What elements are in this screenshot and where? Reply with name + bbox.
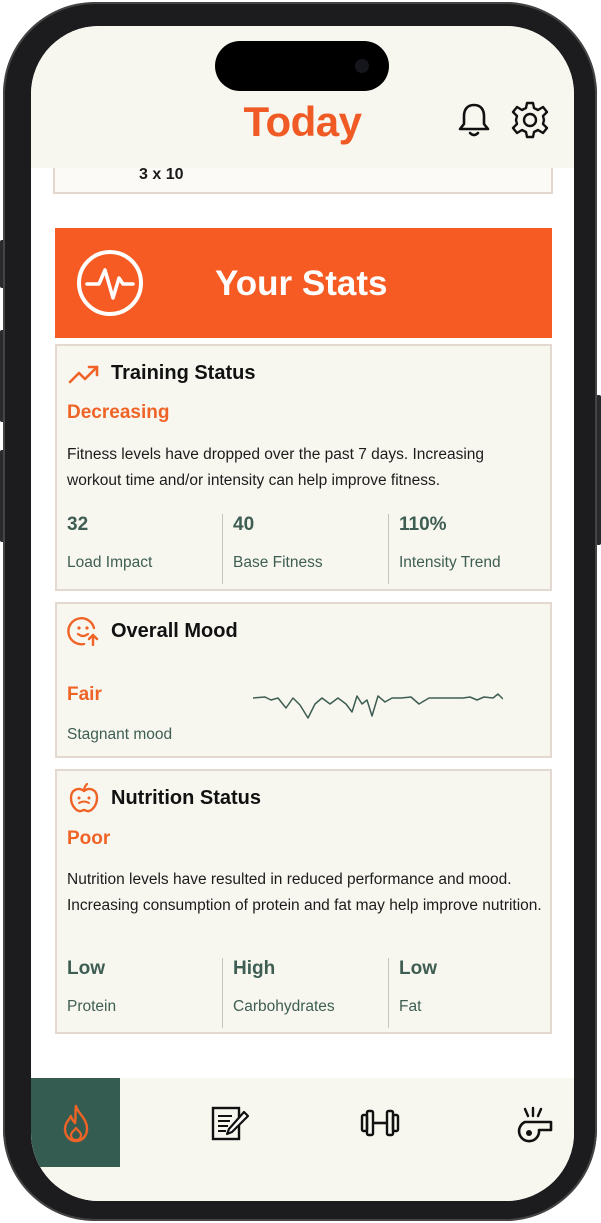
tab-coach[interactable] (489, 1078, 574, 1167)
metric-label: Carbohydrates (233, 998, 335, 1015)
metric-value: 40 (233, 514, 255, 535)
journal-icon (211, 1106, 249, 1140)
metric-label: Load Impact (67, 554, 153, 571)
training-status-value: Decreasing (67, 402, 170, 423)
metric-base-fitness: 40 Base Fitness (222, 514, 388, 584)
metric-fat: Low Fat (388, 958, 554, 1028)
metric-value: 110% (399, 514, 447, 535)
bell-icon[interactable] (454, 100, 494, 140)
app-screen: 3 x 10 Your Stats Training Status Decrea… (31, 26, 574, 1201)
mood-sparkline (253, 693, 503, 719)
metric-load-impact: 32 Load Impact (57, 514, 222, 584)
dumbbell-icon (360, 1109, 399, 1136)
nutrition-status-card[interactable]: Nutrition Status Poor Nutrition levels h… (55, 769, 552, 1034)
nutrition-description: Nutrition levels have resulted in reduce… (67, 871, 542, 914)
camera-dot (355, 59, 369, 73)
card-title: Training Status (111, 361, 256, 384)
stats-banner: Your Stats (55, 228, 552, 338)
tab-workouts[interactable] (335, 1078, 424, 1167)
metric-protein: Low Protein (57, 958, 222, 1028)
metric-label: Intensity Trend (399, 554, 501, 571)
mood-icon (67, 617, 99, 646)
metric-carbohydrates: High Carbohydrates (222, 958, 388, 1028)
scroll-content[interactable]: 3 x 10 Your Stats Training Status Decrea… (31, 26, 574, 1201)
metric-value: High (233, 958, 276, 979)
tab-journal[interactable] (184, 1078, 273, 1167)
dynamic-island (215, 41, 389, 91)
metric-label: Base Fitness (233, 554, 323, 571)
card-title: Overall Mood (111, 619, 238, 642)
metric-label: Fat (399, 998, 422, 1015)
metric-value: Low (67, 958, 105, 979)
metric-label: Protein (67, 998, 117, 1015)
training-status-card[interactable]: Training Status Decreasing Fitness level… (55, 344, 552, 591)
pulse-icon (77, 250, 143, 316)
bottom-tab-bar (31, 1078, 574, 1201)
sets-reps-text: 3 x 10 (139, 166, 184, 183)
mood-status-value: Fair (67, 684, 102, 705)
trending-up-icon (68, 365, 99, 384)
phone-frame: 3 x 10 Your Stats Training Status Decrea… (3, 2, 597, 1221)
metric-value: 32 (67, 514, 89, 535)
metric-value: Low (399, 958, 437, 979)
gear-icon[interactable] (510, 100, 550, 140)
nutrition-status-value: Poor (67, 828, 111, 849)
training-description: Fitness levels have dropped over the pas… (67, 446, 485, 489)
apple-icon (69, 783, 99, 813)
overall-mood-card[interactable]: Overall Mood Fair Stagnant mood (55, 602, 552, 758)
mood-subtitle: Stagnant mood (67, 726, 173, 743)
card-title: Nutrition Status (111, 786, 261, 809)
flame-icon (63, 1104, 88, 1142)
whistle-icon (517, 1106, 552, 1142)
metric-intensity-trend: 110% Intensity Trend (388, 514, 554, 584)
stats-title: Your Stats (215, 264, 388, 303)
tab-today[interactable] (31, 1078, 120, 1167)
